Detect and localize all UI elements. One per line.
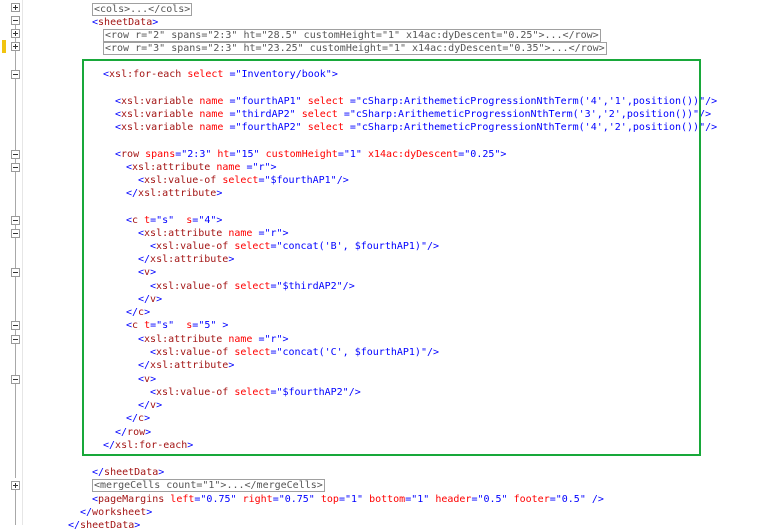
code-token: top: [320, 494, 339, 505]
collapse-icon[interactable]: [11, 16, 20, 25]
code-token: ="0.5": [471, 494, 508, 505]
collapsed-code-line[interactable]: <mergeCells count="1">...</mergeCells>: [92, 479, 325, 492]
collapse-icon[interactable]: [11, 321, 20, 330]
change-marker: [2, 40, 6, 53]
fold-guide-line: [15, 23, 16, 478]
highlight-box: [82, 59, 701, 456]
code-token: ="1": [405, 494, 430, 505]
code-token: ="0.75": [194, 494, 237, 505]
code-token: </: [92, 467, 105, 478]
code-line[interactable]: </sheetData>: [68, 519, 140, 532]
collapse-icon[interactable]: [11, 163, 20, 172]
code-token: >: [134, 520, 141, 531]
code-token: right: [242, 494, 273, 505]
code-token: sheetData: [98, 17, 153, 28]
code-token: worksheet: [92, 507, 147, 518]
code-token: <row r="2" spans="2:3" ht="28.5" customH…: [103, 29, 601, 42]
collapse-icon[interactable]: [11, 229, 20, 238]
code-token: header: [435, 494, 472, 505]
expand-icon[interactable]: [11, 3, 20, 12]
code-line[interactable]: <pageMargins left="0.75" right="0.75" to…: [92, 493, 604, 506]
code-token: sheetData: [80, 520, 135, 531]
collapse-icon[interactable]: [11, 268, 20, 277]
code-token: />: [591, 494, 604, 505]
fold-gutter: [0, 0, 23, 525]
code-token: ="0.75": [272, 494, 315, 505]
expand-icon[interactable]: [11, 29, 20, 38]
code-line[interactable]: <sheetData>: [92, 16, 158, 29]
collapsed-code-line[interactable]: <cols>...</cols>: [92, 3, 193, 16]
collapse-icon[interactable]: [11, 70, 20, 79]
collapse-icon[interactable]: [11, 150, 20, 159]
code-token: </: [68, 520, 81, 531]
code-line[interactable]: </worksheet>: [80, 506, 152, 519]
collapse-icon[interactable]: [11, 375, 20, 384]
code-token: ="1": [338, 494, 364, 505]
code-token: bottom: [369, 494, 406, 505]
code-token: <mergeCells count="1">...</mergeCells>: [92, 479, 325, 492]
fold-guide-line: [15, 488, 16, 525]
code-token: sheetData: [104, 467, 159, 478]
code-token: >: [158, 467, 165, 478]
collapse-icon[interactable]: [11, 216, 20, 225]
collapsed-code-line[interactable]: <row r="3" spans="2:3" ht="23.25" custom…: [103, 42, 607, 55]
collapse-icon[interactable]: [11, 335, 20, 344]
expand-icon[interactable]: [11, 481, 20, 490]
expand-icon[interactable]: [11, 42, 20, 51]
code-token: footer: [513, 494, 550, 505]
code-token: <row r="3" spans="2:3" ht="23.25" custom…: [103, 42, 607, 55]
code-token: ="0.5": [549, 494, 586, 505]
code-token: left: [170, 494, 195, 505]
code-token: >: [146, 507, 153, 518]
code-token: </: [80, 507, 93, 518]
collapsed-code-line[interactable]: <row r="2" spans="2:3" ht="28.5" customH…: [103, 29, 601, 42]
code-token: >: [152, 17, 159, 28]
code-token: <cols>...</cols>: [92, 3, 193, 16]
code-line[interactable]: </sheetData>: [92, 466, 164, 479]
code-token: pageMargins: [98, 494, 165, 505]
